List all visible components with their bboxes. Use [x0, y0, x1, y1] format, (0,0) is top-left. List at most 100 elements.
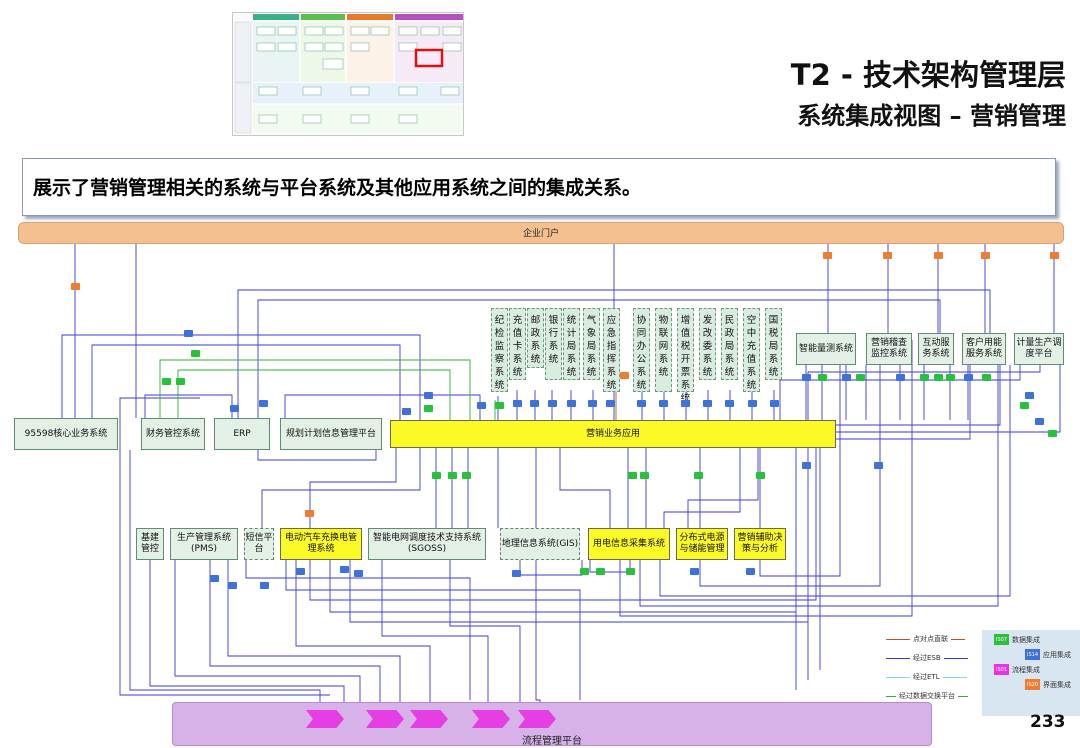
external-system-8-char: 系	[658, 354, 669, 365]
legend-chip-1-code: IS14	[1025, 649, 1040, 660]
integration-tag	[802, 462, 811, 469]
system-erp: ERP	[214, 418, 270, 450]
external-system-7-char: 协	[636, 315, 647, 326]
external-system-13-char: 统	[768, 367, 779, 378]
integration-tag	[1050, 252, 1059, 259]
external-system-8-char: 联	[658, 328, 669, 339]
integration-tag	[176, 378, 185, 385]
integration-tag	[1035, 418, 1044, 425]
integration-tag	[770, 400, 779, 407]
external-system-12-char: 值	[746, 354, 757, 365]
integration-tag	[259, 400, 268, 407]
legend-chip-3-label: 界面集成	[1043, 680, 1071, 689]
integration-tag	[402, 408, 411, 415]
integration-tag	[823, 252, 832, 259]
legend-line-0-label: 点对点直联	[913, 635, 948, 643]
external-system-8-char: 网	[658, 341, 669, 352]
external-system-1-char: 值	[512, 328, 523, 339]
external-system-4: 统计局系统	[563, 308, 580, 380]
legend-line-2: 经过ETL	[886, 672, 982, 682]
external-system-10-char: 系	[702, 354, 713, 365]
external-system-0-char: 系	[494, 367, 505, 378]
integration-tag	[946, 374, 955, 381]
external-system-1-char: 统	[512, 367, 523, 378]
external-system-12-char: 中	[746, 328, 757, 339]
system-95598: 95598核心业务系统	[14, 418, 118, 450]
integration-tag	[432, 472, 441, 479]
integration-tag	[184, 330, 193, 337]
legend-line-3: 经过数据交换平台	[886, 691, 982, 701]
external-system-2-char: 邮	[530, 315, 541, 326]
integration-tag	[210, 575, 219, 582]
external-system-8: 物联网系统	[655, 308, 672, 392]
system-sgoss: 智能电网调度技术支持系统(SGOSS)	[368, 528, 486, 560]
external-system-8-char: 物	[658, 315, 669, 326]
external-system-0: 纪检监察系统	[491, 308, 508, 392]
external-system-3-char: 行	[548, 328, 559, 339]
integration-tag	[640, 472, 649, 479]
integration-tag	[588, 400, 597, 407]
integration-tag	[71, 283, 80, 290]
external-system-2: 邮政系统	[527, 308, 544, 368]
integration-tag	[981, 252, 990, 259]
integration-tag	[748, 400, 757, 407]
external-system-6-char: 指	[606, 341, 617, 352]
integration-tag	[296, 568, 305, 575]
external-system-6-char: 统	[606, 380, 617, 391]
external-system-1: 充值卡系统	[509, 308, 526, 380]
external-system-10-char: 发	[702, 315, 713, 326]
system-ev: 电动汽车充换电管理系统	[280, 528, 362, 560]
legend-chip-2-code: IS01	[994, 664, 1009, 675]
external-system-9-char: 值	[680, 328, 691, 339]
integration-tag	[874, 462, 883, 469]
external-system-0-char: 统	[494, 380, 505, 391]
legend-line-1-label: 经过ESB	[913, 654, 941, 662]
system-aux: 营销辅助决策与分析	[734, 528, 786, 560]
external-system-10-char: 委	[702, 341, 713, 352]
external-system-4-char: 局	[566, 341, 577, 352]
integration-tag	[1025, 392, 1034, 399]
external-system-3-char: 统	[548, 354, 559, 365]
external-system-5: 气象局系统	[583, 308, 600, 380]
integration-tag	[756, 472, 765, 479]
integration-tag	[340, 566, 349, 573]
integration-tag	[628, 472, 637, 479]
legend-lines: 点对点直联 经过ESB 经过ETL 经过数据交换平台	[886, 634, 982, 701]
legend-line-0-bar-end	[951, 638, 965, 640]
external-system-12-char: 空	[746, 315, 757, 326]
external-system-11-char: 统	[724, 367, 735, 378]
external-system-5-char: 象	[586, 328, 597, 339]
external-system-12-char: 系	[746, 367, 757, 378]
external-system-11: 民政局系统	[721, 308, 738, 380]
integration-tag	[448, 472, 457, 479]
process-management-platform: 流程管理平台	[172, 702, 932, 747]
external-system-9: 增值税开票系统	[677, 308, 694, 404]
external-system-5-char: 局	[586, 341, 597, 352]
external-system-4-char: 计	[566, 328, 577, 339]
legend-chip-3-code: IS20	[1025, 679, 1040, 690]
integration-tag	[703, 400, 712, 407]
system-audit: 营销稽查监控系统	[866, 333, 912, 365]
integration-tag	[548, 400, 557, 407]
integration-tag	[690, 568, 699, 575]
system-smart-energy: 智能量测系统	[796, 333, 856, 365]
external-system-7-char: 统	[636, 380, 647, 391]
legend-line-3-bar-end	[958, 695, 968, 697]
external-system-1-char: 系	[512, 354, 523, 365]
integration-tag	[230, 405, 239, 412]
external-system-6-char: 应	[606, 315, 617, 326]
external-system-0-char: 检	[494, 328, 505, 339]
integration-tag	[354, 570, 363, 577]
external-system-9-char: 票	[680, 367, 691, 378]
system-gis: 地理信息系统(GIS)	[500, 528, 580, 560]
integration-tag	[513, 400, 522, 407]
external-system-5-char: 气	[586, 315, 597, 326]
integration-tag	[620, 372, 629, 379]
legend-chip-0-label: 数据集成	[1012, 635, 1040, 644]
external-system-10-char: 统	[702, 367, 713, 378]
legend-line-3-label: 经过数据交换平台	[899, 692, 955, 700]
legend-chip-1: IS14 应用集成	[1025, 649, 1071, 660]
system-marketing-app: 营销业务应用	[390, 420, 836, 448]
integration-tag	[477, 402, 486, 409]
integration-tag	[462, 472, 471, 479]
